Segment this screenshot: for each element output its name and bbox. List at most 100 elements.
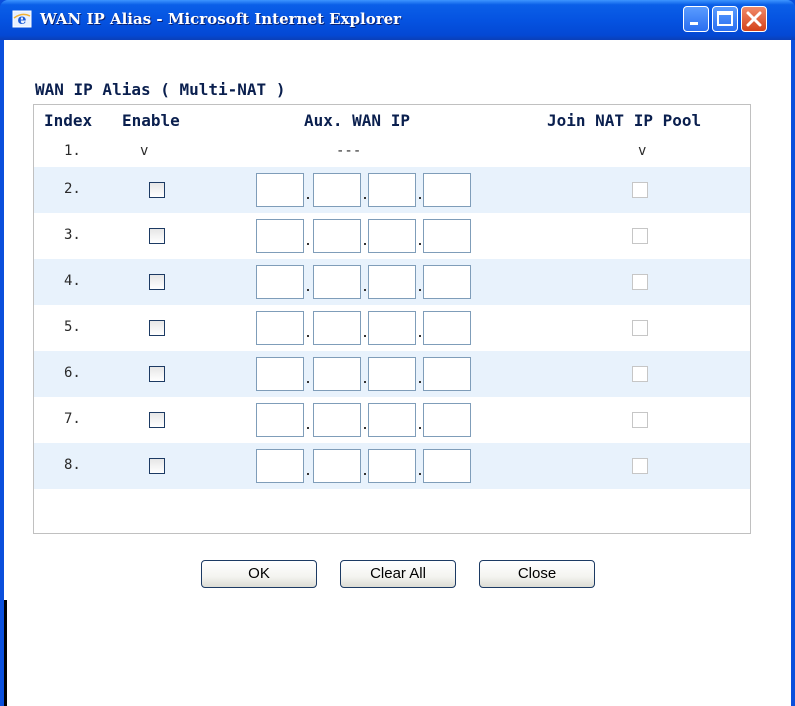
ip-octet-input-4[interactable] (423, 357, 471, 391)
close-button[interactable]: Close (479, 560, 595, 588)
ip-dot-separator (364, 243, 366, 245)
ip-octet-input-1[interactable] (256, 265, 304, 299)
row-index: 2. (64, 181, 81, 197)
maximize-icon (717, 11, 733, 26)
enable-checkbox[interactable] (149, 274, 165, 290)
window-title: WAN IP Alias - Microsoft Internet Explor… (40, 10, 402, 28)
ip-dot-separator (364, 197, 366, 199)
join-pool-checkbox[interactable] (632, 274, 648, 290)
header-enable: Enable (122, 111, 180, 130)
ip-octet-input-2[interactable] (313, 403, 361, 437)
ip-octet-input-4[interactable] (423, 449, 471, 483)
header-join-nat-ip-pool: Join NAT IP Pool (547, 111, 702, 130)
ip-dot-separator (307, 381, 309, 383)
enable-checkbox[interactable] (149, 458, 165, 474)
header-aux-wan-ip: Aux. WAN IP (304, 111, 410, 130)
minimize-button[interactable] (683, 6, 709, 32)
maximize-button[interactable] (712, 6, 738, 32)
join-pool-checkbox[interactable] (632, 366, 648, 382)
enable-checkbox[interactable] (149, 366, 165, 382)
ip-octet-input-3[interactable] (368, 219, 416, 253)
row-index: 5. (64, 319, 81, 335)
header-index: Index (44, 111, 93, 130)
join-pool-checkbox[interactable] (632, 412, 648, 428)
ie-icon: e (12, 10, 32, 28)
ip-octet-input-2[interactable] (313, 311, 361, 345)
ip-octet-input-4[interactable] (423, 311, 471, 345)
enable-value: v (140, 143, 149, 159)
table-row: 7. (34, 397, 750, 443)
join-pool-checkbox[interactable] (632, 320, 648, 336)
ip-dot-separator (307, 289, 309, 291)
ip-octet-input-1[interactable] (256, 173, 304, 207)
enable-checkbox[interactable] (149, 412, 165, 428)
ip-dot-separator (419, 381, 421, 383)
ip-octet-input-4[interactable] (423, 173, 471, 207)
title-bar[interactable]: e WAN IP Alias - Microsoft Internet Expl… (0, 0, 795, 40)
ip-octet-input-3[interactable] (368, 357, 416, 391)
ip-octet-input-3[interactable] (368, 449, 416, 483)
row-index: 6. (64, 365, 81, 381)
join-pool-checkbox[interactable] (632, 182, 648, 198)
ip-dot-separator (307, 197, 309, 199)
ip-dot-separator (307, 427, 309, 429)
ip-dot-separator (364, 381, 366, 383)
ip-octet-input-1[interactable] (256, 449, 304, 483)
ip-octet-input-2[interactable] (313, 357, 361, 391)
ok-button[interactable]: OK (201, 560, 317, 588)
ip-octet-input-1[interactable] (256, 403, 304, 437)
ip-dot-separator (364, 335, 366, 337)
section-title: WAN IP Alias ( Multi-NAT ) (35, 80, 286, 99)
table-row: 4. (34, 259, 750, 305)
ip-octet-input-3[interactable] (368, 403, 416, 437)
clear-all-button[interactable]: Clear All (340, 560, 456, 588)
row-index: 1. (64, 143, 81, 159)
ip-dot-separator (419, 335, 421, 337)
ip-dot-separator (364, 289, 366, 291)
ip-octet-input-1[interactable] (256, 219, 304, 253)
ip-dot-separator (307, 335, 309, 337)
ip-octet-input-2[interactable] (313, 265, 361, 299)
ip-octet-input-2[interactable] (313, 173, 361, 207)
ip-octet-input-2[interactable] (313, 449, 361, 483)
close-icon (746, 11, 762, 27)
enable-checkbox[interactable] (149, 228, 165, 244)
table-row: 2. (34, 167, 750, 213)
ip-octet-input-4[interactable] (423, 265, 471, 299)
ip-dot-separator (419, 289, 421, 291)
ip-dot-separator (307, 473, 309, 475)
ip-dot-separator (419, 197, 421, 199)
enable-checkbox[interactable] (149, 320, 165, 336)
ip-octet-input-3[interactable] (368, 173, 416, 207)
table-row: 5. (34, 305, 750, 351)
table-row: 6. (34, 351, 750, 397)
ip-octet-input-1[interactable] (256, 357, 304, 391)
ip-dot-separator (307, 243, 309, 245)
table-row: 1. v --- v (34, 137, 750, 167)
ip-dot-separator (419, 427, 421, 429)
join-pool-checkbox[interactable] (632, 458, 648, 474)
window-edge (4, 600, 7, 706)
table-row: 8. (34, 443, 750, 489)
row-index: 3. (64, 227, 81, 243)
join-pool-checkbox[interactable] (632, 228, 648, 244)
join-pool-value: v (638, 143, 647, 159)
ip-octet-input-3[interactable] (368, 265, 416, 299)
ip-dot-separator (364, 427, 366, 429)
ip-octet-input-4[interactable] (423, 403, 471, 437)
ip-octet-input-1[interactable] (256, 311, 304, 345)
enable-checkbox[interactable] (149, 182, 165, 198)
ip-octet-input-3[interactable] (368, 311, 416, 345)
alias-table: Index Enable Aux. WAN IP Join NAT IP Poo… (33, 104, 751, 534)
close-window-button[interactable] (741, 6, 767, 32)
aux-ip-value: --- (336, 143, 362, 159)
table-row: 3. (34, 213, 750, 259)
row-index: 4. (64, 273, 81, 289)
minimize-icon (690, 22, 698, 25)
ip-dot-separator (419, 473, 421, 475)
row-index: 7. (64, 411, 81, 427)
ip-octet-input-4[interactable] (423, 219, 471, 253)
ie-window: e WAN IP Alias - Microsoft Internet Expl… (0, 0, 795, 706)
row-index: 8. (64, 457, 81, 473)
ip-octet-input-2[interactable] (313, 219, 361, 253)
